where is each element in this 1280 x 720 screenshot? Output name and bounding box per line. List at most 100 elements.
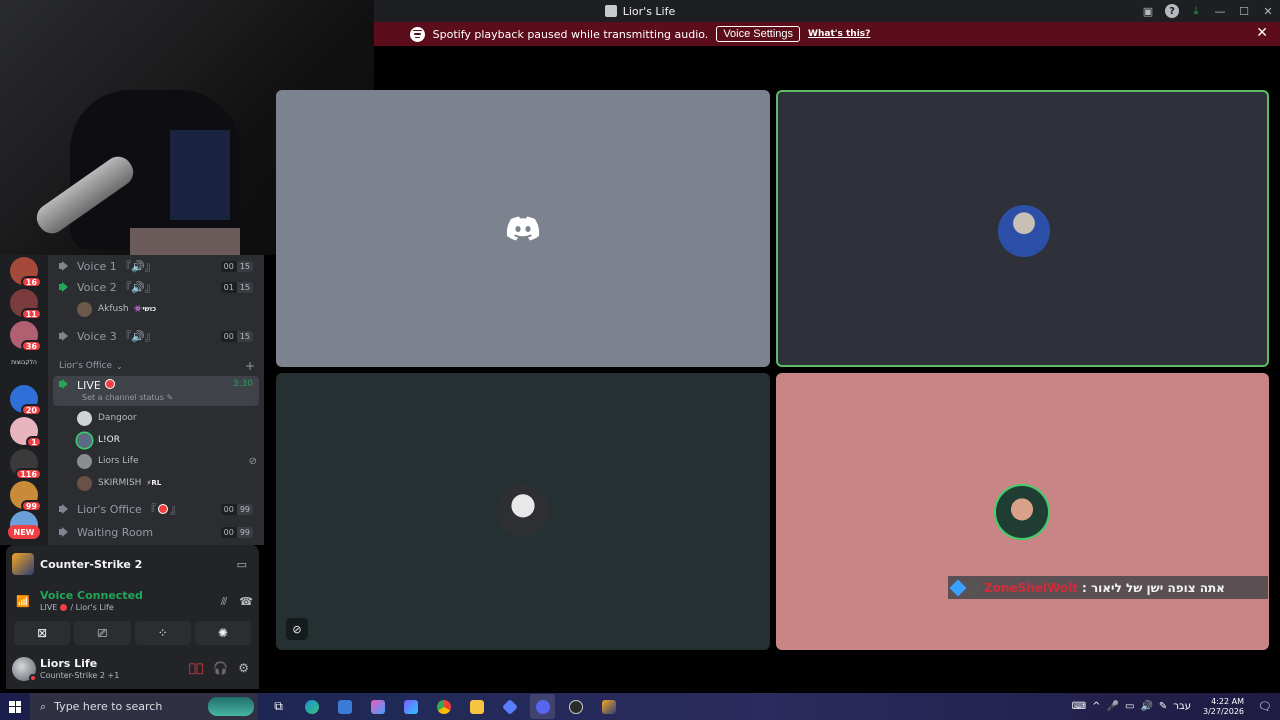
taskbar-clock[interactable]: 4:22 AM 3/27/2026 <box>1203 697 1244 717</box>
file-explorer-icon[interactable] <box>464 694 489 719</box>
cast-icon[interactable]: ▣ <box>1136 0 1160 22</box>
minimize-button[interactable]: — <box>1208 0 1232 22</box>
clock-time: 4:22 AM <box>1211 696 1245 706</box>
help-icon[interactable]: ? <box>1165 4 1179 18</box>
server-rail: 16 11 36 הלקבוצות 20 1 116 99 NEW <box>0 255 48 545</box>
noise-suppression-icon[interactable]: ⫻ <box>221 595 228 609</box>
signal-icon[interactable]: 📶 <box>16 595 30 608</box>
user-panel: Liors Life Counter-Strike 2 +1 🎙⃠ 🎧 ⚙ <box>6 650 259 689</box>
disconnect-icon[interactable]: ☎ <box>239 595 253 609</box>
edge-icon[interactable] <box>299 694 324 719</box>
avatar <box>77 475 92 491</box>
camera-off-button[interactable]: ⊠ <box>14 621 71 645</box>
voice-user[interactable]: Akfush 👾כושי <box>77 299 257 319</box>
input-language[interactable]: עבר <box>1173 701 1191 712</box>
avatar <box>77 432 92 448</box>
notification-icon[interactable]: 🗨 <box>1258 700 1272 713</box>
download-icon[interactable]: ⤓ <box>1184 0 1208 22</box>
windows-logo-icon <box>9 700 21 713</box>
server-folder-label[interactable]: הלקבוצות <box>4 359 44 366</box>
avatar <box>77 453 92 469</box>
voice-location[interactable]: LIVE / Lior's Life <box>40 603 114 612</box>
office-icon[interactable] <box>398 694 423 719</box>
channel-name-suffix: 』 <box>170 503 182 516</box>
voice-user[interactable]: L!OR <box>77 430 257 450</box>
gear-icon[interactable]: ⚙ <box>238 661 249 675</box>
counter-strike-icon[interactable] <box>596 694 621 719</box>
avatar <box>497 485 549 537</box>
discord-taskbar-icon[interactable] <box>530 694 555 719</box>
voice-user-name: L!OR <box>98 435 120 445</box>
task-view-icon[interactable]: ⧉ <box>266 694 291 719</box>
server-item[interactable]: 99 <box>10 481 42 512</box>
vpn-icon[interactable] <box>497 694 522 719</box>
banner-text: Spotify playback paused while transmitti… <box>432 27 709 41</box>
voice-channel-live[interactable]: LIVE 3:30 Set a channel status ✎ <box>53 376 259 406</box>
user-name[interactable]: Liors Life <box>40 657 97 670</box>
start-button[interactable] <box>0 693 30 720</box>
maximize-button[interactable]: ☐ <box>1232 0 1256 22</box>
channel-name: Voice 2 『🔊』 <box>77 281 156 294</box>
mic-muted-icon[interactable]: 🎙⃠ <box>189 661 203 675</box>
live-dot-icon <box>104 379 115 389</box>
chrome-icon[interactable] <box>431 694 456 719</box>
server-item[interactable]: 36 <box>10 321 42 352</box>
video-tile[interactable] <box>776 373 1269 650</box>
search-icon: ⌕ <box>40 699 47 713</box>
voice-connection: 📶 Voice Connected LIVE / Lior's Life ⫻ ☎ <box>16 589 253 617</box>
voice-connected-label[interactable]: Voice Connected <box>40 589 143 602</box>
close-icon[interactable]: ✕ <box>1256 25 1268 41</box>
voice-channel-lior-office[interactable]: Lior's Office 『 』 00 99 <box>53 498 259 520</box>
voice-channel-waiting-room[interactable]: Waiting Room 00 99 <box>53 521 259 543</box>
soundboard-button[interactable]: ✺ <box>194 621 251 645</box>
headphones-icon[interactable]: 🎧 <box>213 661 228 675</box>
mic-icon[interactable]: 🎤 <box>1107 701 1119 712</box>
screen-share-icon[interactable]: ▭ <box>237 558 247 571</box>
user-count: 00 <box>220 330 237 342</box>
voice-settings-button[interactable]: Voice Settings <box>716 26 801 42</box>
obs-icon[interactable] <box>563 694 588 719</box>
user-max: 15 <box>236 330 253 342</box>
voice-channel-voice-3[interactable]: Voice 3 『🔊』 00 15 <box>53 325 259 347</box>
speaker-icon <box>59 527 71 537</box>
store-icon[interactable] <box>332 694 357 719</box>
activities-button[interactable]: ⁘ <box>134 621 191 645</box>
voice-channel-voice-2[interactable]: Voice 2 『🔊』 01 15 <box>53 276 259 298</box>
user-limit: 01 15 <box>220 281 253 293</box>
category-lior-office[interactable]: Lior's Office ⌄ + <box>59 358 259 374</box>
volume-icon[interactable]: 🔊 <box>1140 701 1152 712</box>
copilot-icon[interactable] <box>365 694 390 719</box>
video-tile[interactable]: ⊘ <box>276 373 770 650</box>
keyboard-icon[interactable]: ⌨ <box>1072 701 1086 712</box>
overlay-message: : אתה צופה ישן של ליאור <box>1081 580 1225 595</box>
server-item[interactable]: 116 <box>10 449 42 480</box>
game-name: Counter-Strike 2 <box>40 557 143 571</box>
speaker-icon <box>59 504 71 514</box>
add-channel-icon[interactable]: + <box>245 359 255 373</box>
share-screen-button[interactable]: ⎚ <box>74 621 131 645</box>
user-count: 01 <box>220 281 237 293</box>
server-item[interactable]: 1 <box>10 417 42 448</box>
status-dnd-icon <box>29 674 37 682</box>
user-limit: 00 99 <box>220 526 253 538</box>
avatar <box>968 581 980 594</box>
pen-icon[interactable]: ✎ <box>1159 701 1167 712</box>
taskbar-search[interactable]: ⌕ Type here to search <box>30 693 258 720</box>
voice-user[interactable]: Liors Life ⊘ <box>77 451 257 471</box>
video-tile-speaking[interactable] <box>776 90 1269 367</box>
voice-user[interactable]: SKIRMISH ⚡RL <box>77 473 257 493</box>
close-window-button[interactable]: ✕ <box>1256 0 1280 22</box>
game-activity[interactable]: Counter-Strike 2 ▭ <box>12 553 253 575</box>
voice-user[interactable]: Dangoor <box>77 408 257 428</box>
network-icon[interactable]: ▭ <box>1125 701 1134 712</box>
video-tile[interactable] <box>276 90 770 367</box>
search-placeholder: Type here to search <box>54 700 163 713</box>
server-item[interactable]: 16 <box>10 257 42 288</box>
chevron-up-icon[interactable]: ^ <box>1092 701 1100 712</box>
whats-this-link[interactable]: What's this? <box>808 29 870 39</box>
server-item[interactable]: 11 <box>10 289 42 320</box>
channel-status[interactable]: Set a channel status ✎ <box>82 393 173 402</box>
voice-channel-voice-1[interactable]: Voice 1 『🔊』 00 15 <box>53 255 259 277</box>
spotify-icon <box>409 26 425 42</box>
server-item[interactable]: 20 <box>10 385 42 416</box>
